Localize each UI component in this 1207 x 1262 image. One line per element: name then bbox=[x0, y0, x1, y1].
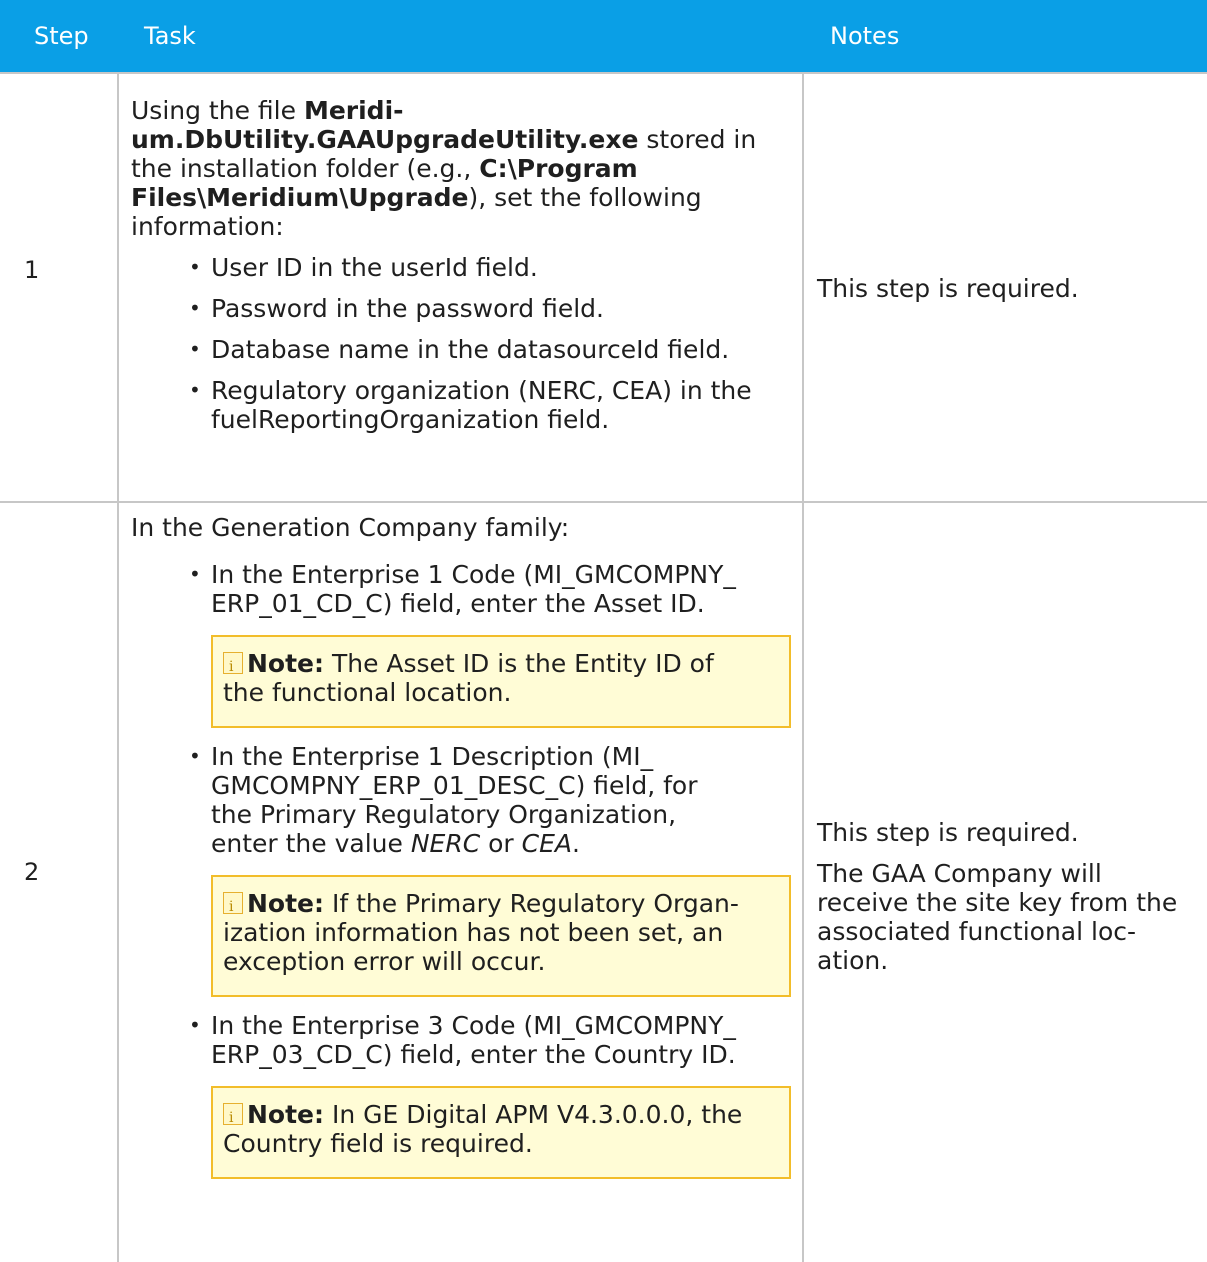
note-callout: Note: In GE Digital APM V4.3.0.0.0, the … bbox=[211, 1086, 791, 1179]
notes-cell: This step is required. bbox=[817, 274, 1079, 303]
step-number: 2 bbox=[24, 858, 40, 886]
table-header: Step Task Notes bbox=[0, 0, 1207, 72]
list-item: In the Enterprise 1 Code (MI_GMCOMPNY_ER… bbox=[131, 560, 791, 618]
step-number: 1 bbox=[24, 256, 40, 284]
task-bullet-list: User ID in the userId field. Password in… bbox=[131, 253, 791, 434]
note-icon bbox=[223, 1103, 243, 1133]
note-icon bbox=[223, 892, 243, 922]
note-callout: Note: If the Primary Regulatory Organ- i… bbox=[211, 875, 791, 997]
header-step: Step bbox=[34, 22, 89, 50]
list-item: Database name in the datasourceId field. bbox=[131, 335, 791, 364]
list-item: User ID in the userId field. bbox=[131, 253, 791, 282]
task-bullet-list: In the Enterprise 1 Code (MI_GMCOMPNY_ER… bbox=[131, 560, 791, 618]
notes-line: This step is required. bbox=[817, 818, 1079, 847]
task-cell: Using the file Meridi- um.DbUtility.GAAU… bbox=[131, 96, 791, 434]
list-item: Regulatory organization (NERC, CEA) in t… bbox=[131, 376, 791, 434]
table-row-2: 2 In the Generation Company family: In t… bbox=[0, 501, 1207, 1262]
header-task: Task bbox=[144, 22, 196, 50]
notes-cell: This step is required. The GAA Company w… bbox=[817, 818, 1207, 975]
table-row-1: 1 Using the file Meridi- um.DbUtility.GA… bbox=[0, 72, 1207, 503]
task-cell: In the Generation Company family: In the… bbox=[131, 513, 791, 1179]
note-callout: Note: The Asset ID is the Entity ID of t… bbox=[211, 635, 791, 728]
list-item: In the Enterprise 3 Code (MI_GMCOMPNY_ER… bbox=[131, 1011, 791, 1069]
task-bullet-list: In the Enterprise 3 Code (MI_GMCOMPNY_ER… bbox=[131, 1011, 791, 1069]
list-item: Password in the password field. bbox=[131, 294, 791, 323]
task-bullet-list: In the Enterprise 1 Description (MI_ GMC… bbox=[131, 742, 791, 858]
task-intro: Using the file Meridi- um.DbUtility.GAAU… bbox=[131, 96, 757, 241]
note-icon bbox=[223, 652, 243, 682]
task-intro: In the Generation Company family: bbox=[131, 513, 570, 542]
list-item: In the Enterprise 1 Description (MI_ GMC… bbox=[131, 742, 791, 858]
notes-line: The GAA Company will receive the site ke… bbox=[817, 859, 1178, 975]
header-notes: Notes bbox=[830, 22, 900, 50]
